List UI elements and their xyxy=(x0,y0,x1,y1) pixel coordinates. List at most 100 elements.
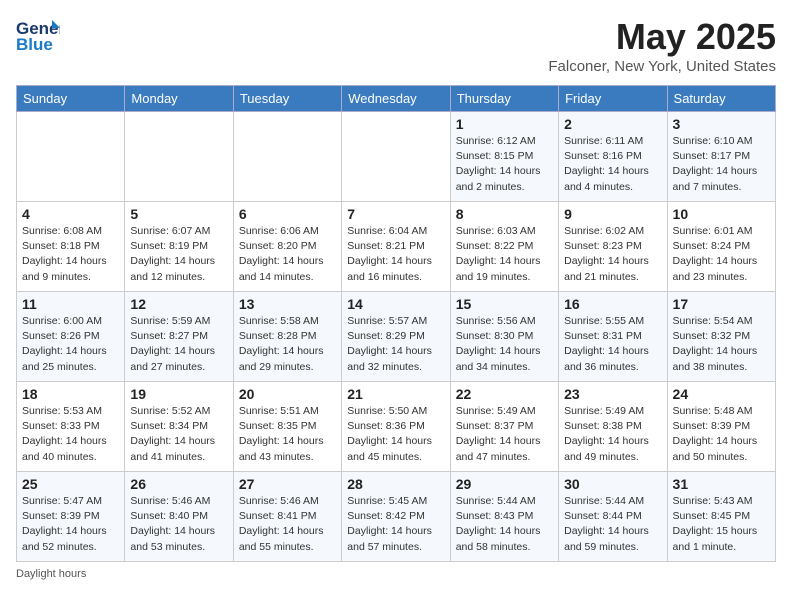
day-info: Sunrise: 6:04 AM Sunset: 8:21 PM Dayligh… xyxy=(347,224,444,285)
calendar-cell: 7 Sunrise: 6:04 AM Sunset: 8:21 PM Daylig… xyxy=(342,202,450,292)
day-info: Sunrise: 5:49 AM Sunset: 8:37 PM Dayligh… xyxy=(456,404,553,465)
calendar-cell: 8 Sunrise: 6:03 AM Sunset: 8:22 PM Daylig… xyxy=(450,202,558,292)
day-info: Sunrise: 5:45 AM Sunset: 8:42 PM Dayligh… xyxy=(347,494,444,555)
calendar-day-header: Thursday xyxy=(450,86,558,112)
calendar-cell: 15 Sunrise: 5:56 AM Sunset: 8:30 PM Dayli… xyxy=(450,292,558,382)
day-info: Sunrise: 5:58 AM Sunset: 8:28 PM Dayligh… xyxy=(239,314,336,375)
day-number: 26 xyxy=(130,476,227,492)
calendar-header-row: SundayMondayTuesdayWednesdayThursdayFrid… xyxy=(17,86,776,112)
calendar-cell: 18 Sunrise: 5:53 AM Sunset: 8:33 PM Dayli… xyxy=(17,382,125,472)
day-number: 7 xyxy=(347,206,444,222)
day-number: 1 xyxy=(456,116,553,132)
calendar-cell: 29Sunrise: 5:44 AM Sunset: 8:43 PM Dayli… xyxy=(450,472,558,562)
day-info: Sunrise: 5:51 AM Sunset: 8:35 PM Dayligh… xyxy=(239,404,336,465)
day-info: Sunrise: 6:10 AM Sunset: 8:17 PM Dayligh… xyxy=(673,134,770,195)
day-info: Sunrise: 6:00 AM Sunset: 8:26 PM Dayligh… xyxy=(22,314,119,375)
calendar-cell: 25 Sunrise: 5:47 AM Sunset: 8:39 PM Dayli… xyxy=(17,472,125,562)
day-number: 6 xyxy=(239,206,336,222)
calendar-cell: 6 Sunrise: 6:06 AM Sunset: 8:20 PM Daylig… xyxy=(233,202,341,292)
calendar-day-header: Friday xyxy=(559,86,667,112)
calendar-cell: 22 Sunrise: 5:49 AM Sunset: 8:37 PM Dayli… xyxy=(450,382,558,472)
daylight-label: Daylight hours xyxy=(16,568,86,580)
day-number: 15 xyxy=(456,296,553,312)
calendar-cell: 10 Sunrise: 6:01 AM Sunset: 8:24 PM Dayli… xyxy=(667,202,775,292)
calendar-cell: 19 Sunrise: 5:52 AM Sunset: 8:34 PM Dayli… xyxy=(125,382,233,472)
calendar-cell: 9Sunrise: 6:02 AM Sunset: 8:23 PM Daylig… xyxy=(559,202,667,292)
day-number: 11 xyxy=(22,296,119,312)
title-area: May 2025 Falconer, New York, United Stat… xyxy=(548,16,776,75)
day-info: Sunrise: 5:55 AM Sunset: 8:31 PM Dayligh… xyxy=(564,314,661,375)
calendar-cell xyxy=(125,112,233,202)
svg-text:Blue: Blue xyxy=(16,35,53,52)
calendar-cell: 17Sunrise: 5:54 AM Sunset: 8:32 PM Dayli… xyxy=(667,292,775,382)
day-number: 22 xyxy=(456,386,553,402)
day-info: Sunrise: 5:48 AM Sunset: 8:39 PM Dayligh… xyxy=(673,404,770,465)
calendar-week-row: 25 Sunrise: 5:47 AM Sunset: 8:39 PM Dayli… xyxy=(17,472,776,562)
day-number: 20 xyxy=(239,386,336,402)
calendar-day-header: Sunday xyxy=(17,86,125,112)
day-info: Sunrise: 6:12 AM Sunset: 8:15 PM Dayligh… xyxy=(456,134,553,195)
day-info: Sunrise: 6:02 AM Sunset: 8:23 PM Dayligh… xyxy=(564,224,661,285)
day-info: Sunrise: 5:50 AM Sunset: 8:36 PM Dayligh… xyxy=(347,404,444,465)
day-number: 21 xyxy=(347,386,444,402)
calendar-cell: 21 Sunrise: 5:50 AM Sunset: 8:36 PM Dayli… xyxy=(342,382,450,472)
day-number: 27 xyxy=(239,476,336,492)
calendar-cell: 3Sunrise: 6:10 AM Sunset: 8:17 PM Daylig… xyxy=(667,112,775,202)
day-info: Sunrise: 6:01 AM Sunset: 8:24 PM Dayligh… xyxy=(673,224,770,285)
calendar-cell: 11 Sunrise: 6:00 AM Sunset: 8:26 PM Dayli… xyxy=(17,292,125,382)
day-info: Sunrise: 5:57 AM Sunset: 8:29 PM Dayligh… xyxy=(347,314,444,375)
day-number: 14 xyxy=(347,296,444,312)
calendar-cell xyxy=(342,112,450,202)
day-info: Sunrise: 5:44 AM Sunset: 8:44 PM Dayligh… xyxy=(564,494,661,555)
day-info: Sunrise: 5:49 AM Sunset: 8:38 PM Dayligh… xyxy=(564,404,661,465)
day-info: Sunrise: 6:03 AM Sunset: 8:22 PM Dayligh… xyxy=(456,224,553,285)
calendar-week-row: 18 Sunrise: 5:53 AM Sunset: 8:33 PM Dayli… xyxy=(17,382,776,472)
day-number: 23 xyxy=(564,386,661,402)
day-info: Sunrise: 5:53 AM Sunset: 8:33 PM Dayligh… xyxy=(22,404,119,465)
day-info: Sunrise: 5:56 AM Sunset: 8:30 PM Dayligh… xyxy=(456,314,553,375)
day-number: 24 xyxy=(673,386,770,402)
calendar-day-header: Wednesday xyxy=(342,86,450,112)
day-info: Sunrise: 5:43 AM Sunset: 8:45 PM Dayligh… xyxy=(673,494,770,555)
logo: General Blue xyxy=(16,16,60,52)
footer: Daylight hours xyxy=(16,568,776,580)
day-number: 5 xyxy=(130,206,227,222)
calendar-day-header: Saturday xyxy=(667,86,775,112)
day-info: Sunrise: 6:08 AM Sunset: 8:18 PM Dayligh… xyxy=(22,224,119,285)
day-info: Sunrise: 5:52 AM Sunset: 8:34 PM Dayligh… xyxy=(130,404,227,465)
calendar-cell: 16 Sunrise: 5:55 AM Sunset: 8:31 PM Dayli… xyxy=(559,292,667,382)
day-info: Sunrise: 6:07 AM Sunset: 8:19 PM Dayligh… xyxy=(130,224,227,285)
calendar-day-header: Monday xyxy=(125,86,233,112)
day-number: 16 xyxy=(564,296,661,312)
day-number: 8 xyxy=(456,206,553,222)
day-number: 12 xyxy=(130,296,227,312)
location: Falconer, New York, United States xyxy=(548,58,776,75)
calendar-cell: 4 Sunrise: 6:08 AM Sunset: 8:18 PM Daylig… xyxy=(17,202,125,292)
calendar-cell: 27Sunrise: 5:46 AM Sunset: 8:41 PM Dayli… xyxy=(233,472,341,562)
day-number: 25 xyxy=(22,476,119,492)
calendar-cell: 23 Sunrise: 5:49 AM Sunset: 8:38 PM Dayli… xyxy=(559,382,667,472)
calendar-cell xyxy=(233,112,341,202)
day-number: 19 xyxy=(130,386,227,402)
calendar-cell: 28Sunrise: 5:45 AM Sunset: 8:42 PM Dayli… xyxy=(342,472,450,562)
day-number: 10 xyxy=(673,206,770,222)
calendar-cell: 13 Sunrise: 5:58 AM Sunset: 8:28 PM Dayli… xyxy=(233,292,341,382)
day-number: 31 xyxy=(673,476,770,492)
day-info: Sunrise: 5:47 AM Sunset: 8:39 PM Dayligh… xyxy=(22,494,119,555)
day-number: 30 xyxy=(564,476,661,492)
day-info: Sunrise: 6:11 AM Sunset: 8:16 PM Dayligh… xyxy=(564,134,661,195)
calendar-week-row: 4 Sunrise: 6:08 AM Sunset: 8:18 PM Daylig… xyxy=(17,202,776,292)
calendar-cell: 24 Sunrise: 5:48 AM Sunset: 8:39 PM Dayli… xyxy=(667,382,775,472)
day-number: 18 xyxy=(22,386,119,402)
calendar-cell: 30 Sunrise: 5:44 AM Sunset: 8:44 PM Dayli… xyxy=(559,472,667,562)
day-info: Sunrise: 6:06 AM Sunset: 8:20 PM Dayligh… xyxy=(239,224,336,285)
calendar-cell: 12Sunrise: 5:59 AM Sunset: 8:27 PM Dayli… xyxy=(125,292,233,382)
header: General Blue May 2025 Falconer, New York… xyxy=(16,16,776,75)
day-info: Sunrise: 5:46 AM Sunset: 8:40 PM Dayligh… xyxy=(130,494,227,555)
day-info: Sunrise: 5:54 AM Sunset: 8:32 PM Dayligh… xyxy=(673,314,770,375)
calendar-body: 1 Sunrise: 6:12 AM Sunset: 8:15 PM Daylig… xyxy=(17,112,776,562)
day-number: 13 xyxy=(239,296,336,312)
day-number: 4 xyxy=(22,206,119,222)
calendar-cell: 1 Sunrise: 6:12 AM Sunset: 8:15 PM Daylig… xyxy=(450,112,558,202)
calendar-cell xyxy=(17,112,125,202)
